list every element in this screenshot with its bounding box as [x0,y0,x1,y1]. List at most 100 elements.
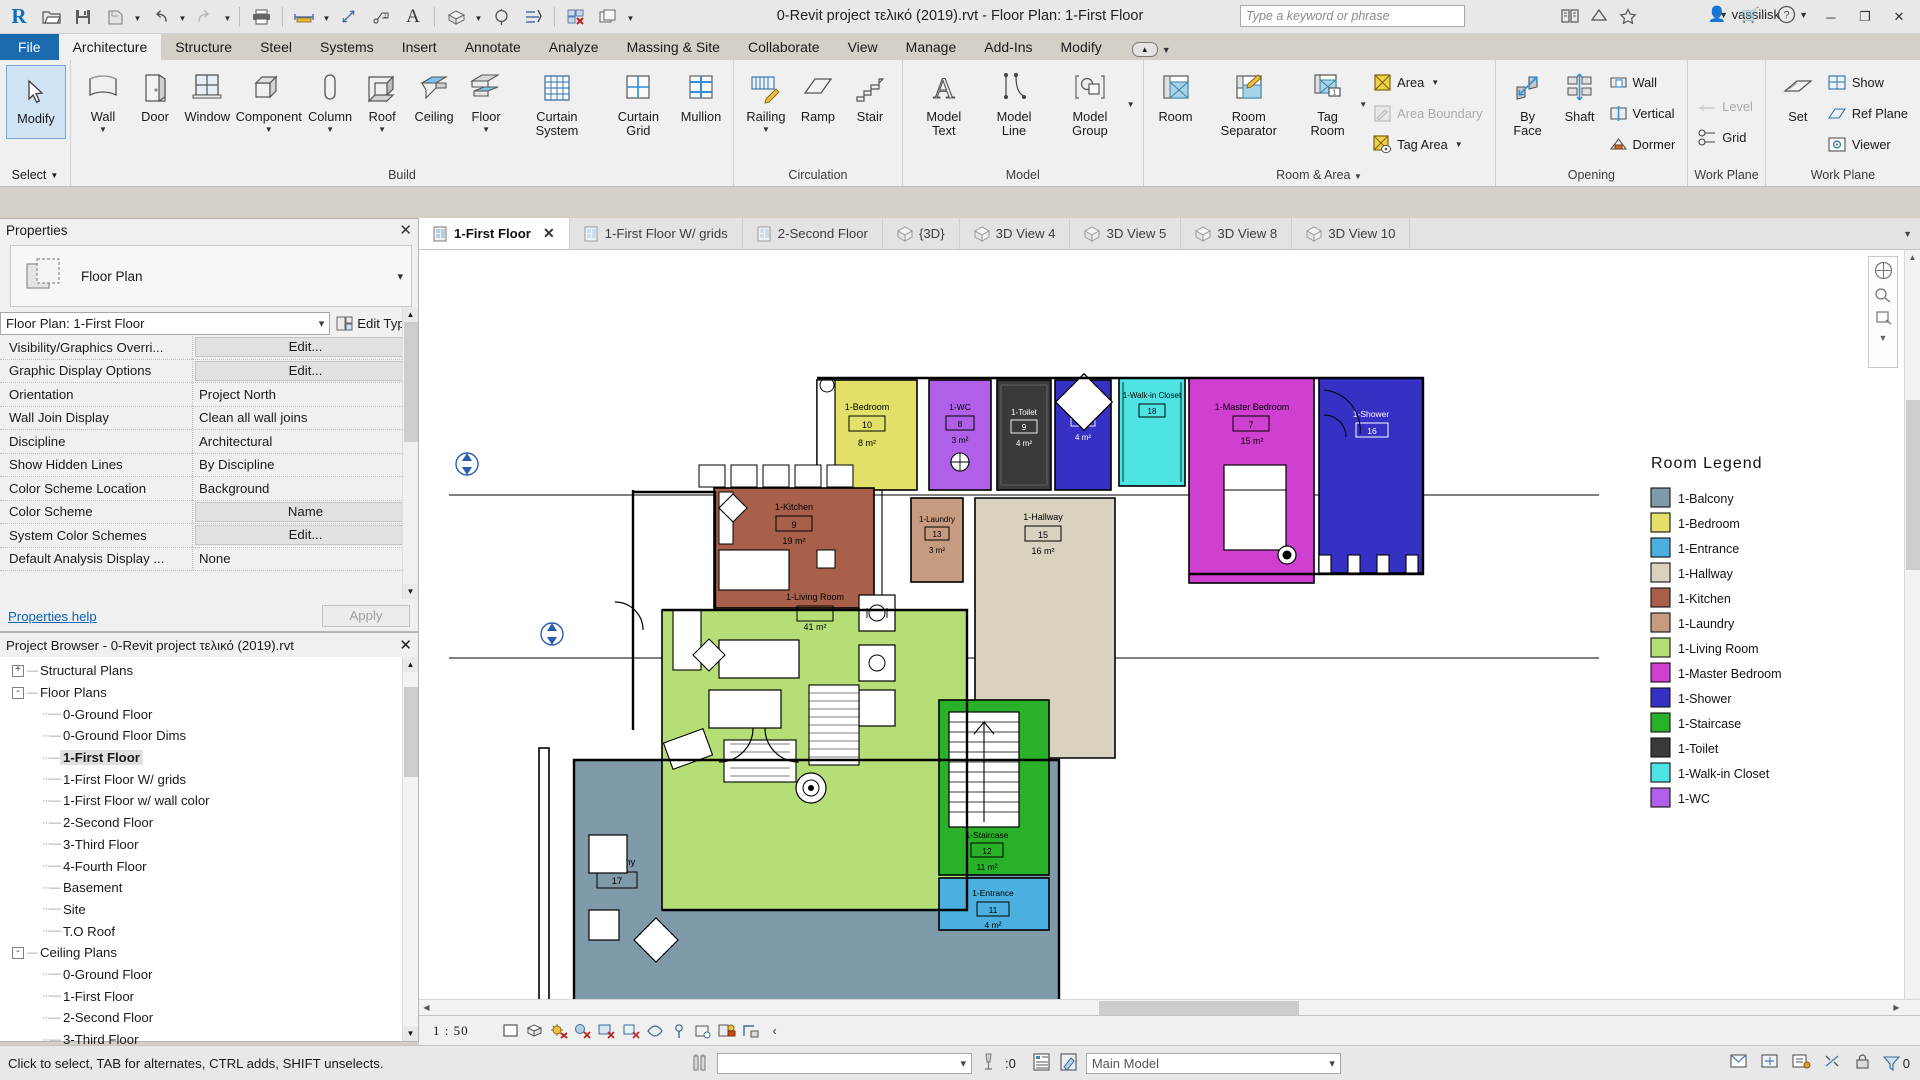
browser-tree-item[interactable]: + — Structural Plans [0,660,418,682]
ribbon-tab-steel[interactable]: Steel [246,34,306,60]
set-workplane-button[interactable]: Set [1772,64,1824,126]
save-as-dropdown-caret[interactable]: ▼ [132,3,143,31]
floor-dropdown-caret[interactable]: ▼ [482,125,490,134]
workset-select[interactable]: Main Model ▾ [1085,1052,1341,1074]
design-option-select[interactable]: ▾ [717,1052,972,1074]
browser-tree-item[interactable]: - — Ceiling Plans [0,942,418,964]
roof-dropdown-caret[interactable]: ▼ [378,125,386,134]
scroll-up-arrow-icon[interactable]: ▲ [403,307,418,322]
collapse-icon[interactable]: - [12,686,24,699]
scrollbar-thumb[interactable] [1099,1001,1299,1015]
shaft-button[interactable]: Shaft [1554,64,1606,126]
filter-icon[interactable]: 0 [1882,1055,1910,1072]
detail-level-icon[interactable] [501,1021,521,1041]
property-row[interactable]: Show Hidden Lines By Discipline [0,453,418,477]
model-group-button[interactable]: Model Group [1049,64,1130,139]
area-boundary-button[interactable]: Area Boundary [1370,98,1488,129]
ribbon-tab-massing-site[interactable]: Massing & Site [613,34,734,60]
canvas-vertical-scrollbar[interactable]: ▲ ▼ [1904,250,1920,1015]
worksets-icon[interactable] [1032,1052,1051,1075]
browser-tree-item[interactable]: ···— 1-First Floor [0,747,418,769]
analytical-model-icon[interactable] [741,1021,761,1041]
canvas-horizontal-scrollbar[interactable]: ◀ ▶ [419,999,1920,1015]
component-dropdown-caret[interactable]: ▼ [265,125,273,134]
browser-tree-item[interactable]: ···— 1-First Floor W/ grids [0,768,418,790]
ribbon-tab-addins[interactable]: Add-Ins [970,34,1046,60]
ribbon-tab-structure[interactable]: Structure [161,34,246,60]
ceiling-button[interactable]: Ceiling [408,64,460,126]
ribbon-tab-manage[interactable]: Manage [892,34,971,60]
browser-tree-item[interactable]: ···— 0-Ground Floor Dims [0,725,418,747]
property-row[interactable]: System Color Schemes Edit... [0,523,418,548]
ramp-button[interactable]: Ramp [792,64,844,126]
print-icon[interactable] [246,3,276,31]
ribbon-tab-modify[interactable]: Modify [1047,34,1116,60]
property-row[interactable]: Color Scheme Name [0,500,418,524]
tag-room-dropdown-caret[interactable]: ▼ [1359,100,1367,109]
minimize-button[interactable]: ─ [1814,4,1848,30]
view-tab-2-second-floor[interactable]: 2-Second Floor [743,218,883,249]
browser-tree-item[interactable]: ···— 2-Second Floor [0,1007,418,1029]
user-dropdown-caret[interactable]: ▼ [1719,10,1728,20]
view-tab-3d-view-8[interactable]: 3D View 8 [1181,218,1293,249]
scroll-down-arrow-icon[interactable]: ▼ [403,584,418,599]
browser-tree-item[interactable]: ···— T.O Roof [0,920,418,942]
chevron-down-icon[interactable]: ▾ [960,1057,966,1070]
property-row[interactable]: Default Analysis Display ... None [0,547,418,571]
level-button[interactable]: Level [1694,91,1759,122]
ribbon-tab-collaborate[interactable]: Collaborate [734,34,834,60]
property-value-button[interactable]: Edit... [195,525,416,546]
aligned-dimension-icon[interactable] [334,3,364,31]
property-value-button[interactable]: Name [195,501,416,522]
show-workplane-button[interactable]: Show [1824,67,1914,98]
property-value-button[interactable]: Edit... [195,360,416,381]
help-button[interactable]: ? ▼ [1777,5,1808,24]
properties-type-caret[interactable]: ▾ [397,270,403,283]
reveal-hidden-icon[interactable] [693,1021,713,1041]
properties-scrollbar[interactable]: ▲ ▼ [402,307,418,599]
component-button[interactable]: Component ▼ [233,64,304,136]
view-tab-1-first-floor-w-grids[interactable]: 1-First Floor W/ grids [570,218,743,249]
apply-button[interactable]: Apply [322,605,410,627]
curtain-grid-button[interactable]: Curtain Grid [602,64,675,139]
measure-icon[interactable] [289,3,319,31]
roof-button[interactable]: Roof ▼ [356,64,408,136]
section-icon[interactable] [486,3,516,31]
properties-type-selector[interactable]: Floor Plan: 1-First Floor ▾ [0,312,331,335]
modify-button[interactable]: Modify [6,65,66,139]
default-3d-view-icon[interactable] [441,3,471,31]
browser-tree-item[interactable]: ···— 4-Fourth Floor [0,855,418,877]
tag-area-button[interactable]: Tag Area ▼ [1370,129,1488,160]
editable-only-icon[interactable] [1059,1052,1078,1075]
property-row[interactable]: Color Scheme Location Background [0,476,418,501]
temp-view-properties-icon[interactable] [717,1021,737,1041]
view-tab-3d[interactable]: {3D} [883,218,960,249]
text-icon[interactable]: A [398,3,428,31]
undo-icon[interactable] [145,3,175,31]
model-text-button[interactable]: A Model Text [909,64,979,139]
properties-close-icon[interactable]: ✕ [399,221,412,239]
view-scale[interactable]: 1 : 50 [433,1023,469,1039]
zoom-dropdown-icon[interactable] [1874,287,1893,303]
scrollbar-thumb[interactable] [404,687,418,777]
steering-wheel-icon[interactable] [1874,261,1893,280]
property-value[interactable]: Background [193,481,418,496]
ref-plane-button[interactable]: Ref Plane [1824,98,1914,129]
stair-button[interactable]: Stair [844,64,896,126]
search-input[interactable]: Type a keyword or phrase [1240,5,1465,27]
scroll-up-arrow-icon[interactable]: ▲ [403,657,418,672]
undo-dropdown-caret[interactable]: ▼ [177,3,188,31]
scroll-up-arrow-icon[interactable]: ▲ [1905,250,1920,265]
temp-hide-isolate-icon[interactable] [669,1021,689,1041]
scroll-left-arrow-icon[interactable]: ◀ [419,1000,434,1015]
view-tab-3d-view-5[interactable]: 3D View 5 [1070,218,1182,249]
shopping-cart-icon[interactable]: 🛒 [1741,6,1760,24]
save-icon[interactable] [68,3,98,31]
panel-title-select[interactable]: Select ▼ [0,164,70,186]
browser-tree-item[interactable]: ···— 3-Third Floor [0,834,418,856]
grid-button[interactable]: Grid [1694,122,1759,153]
railing-dropdown-caret[interactable]: ▼ [762,125,770,134]
window-button[interactable]: Window [181,64,233,126]
selection-lock-icon[interactable] [1853,1052,1872,1074]
close-icon[interactable]: ✕ [543,225,555,242]
